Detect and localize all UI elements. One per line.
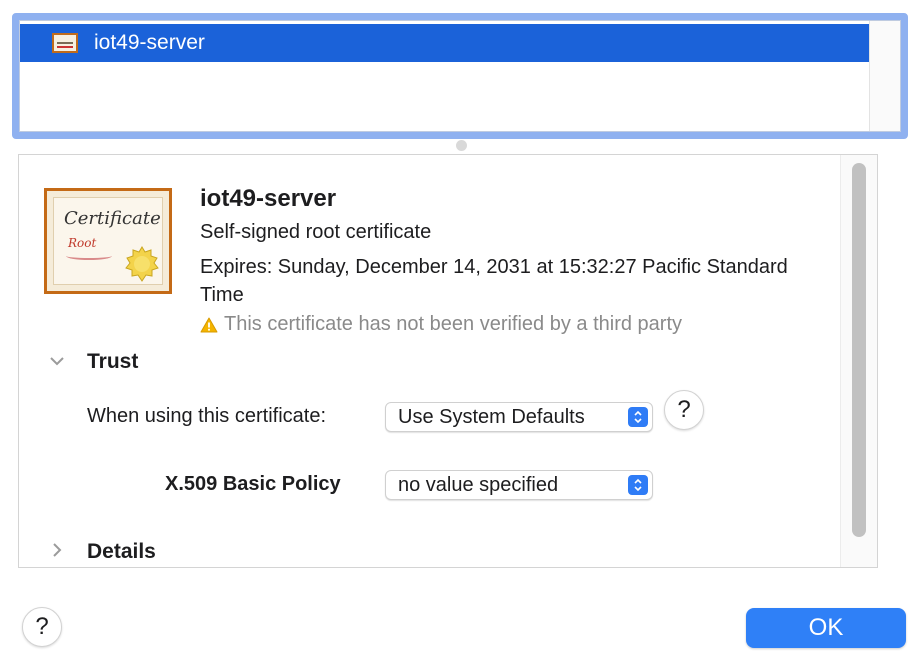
details-section-title: Details [87, 540, 156, 563]
x509-policy-popup[interactable]: no value specified [385, 470, 653, 500]
help-button[interactable]: ? [22, 607, 62, 647]
certificate-flourish [66, 252, 112, 260]
split-view-handle[interactable] [456, 140, 467, 151]
details-section-toggle[interactable]: Details [45, 540, 156, 564]
certificate-warning-text: This certificate has not been verified b… [224, 313, 683, 335]
warning-triangle-icon [200, 317, 218, 332]
certificate-kind: Self-signed root certificate [200, 221, 432, 243]
x509-policy-label: X.509 Basic Policy [165, 473, 341, 495]
trust-section-title: Trust [87, 350, 139, 373]
certificate-icon-title: Certificate [64, 208, 161, 229]
trust-section-toggle[interactable]: Trust [45, 350, 138, 374]
detail-scrollbar[interactable] [840, 155, 877, 567]
certificate-list-row[interactable]: iot49-server [20, 24, 875, 62]
seal-icon [125, 246, 159, 282]
list-scrollbar[interactable] [869, 21, 900, 131]
when-using-popup[interactable]: Use System Defaults [385, 402, 653, 432]
trust-help-button[interactable]: ? [664, 390, 704, 430]
certificate-icon [52, 33, 78, 53]
certificate-name: iot49-server [200, 185, 337, 212]
chevron-right-icon [45, 542, 69, 563]
certificate-list-row-label: iot49-server [94, 31, 205, 54]
when-using-label: When using this certificate: [87, 405, 326, 427]
popup-stepper-icon [628, 475, 648, 495]
popup-stepper-icon [628, 407, 648, 427]
certificate-expiration: Expires: Sunday, December 14, 2031 at 15… [200, 256, 788, 306]
certificate-warning: This certificate has not been verified b… [200, 313, 682, 336]
certificate-icon-subtitle: Root [68, 236, 97, 250]
x509-policy-popup-value: no value specified [398, 473, 559, 496]
certificate-icon: Certificate Root [44, 188, 172, 294]
chevron-down-icon [45, 353, 69, 371]
when-using-popup-value: Use System Defaults [398, 405, 585, 428]
certificate-icon-face: Certificate Root [53, 197, 163, 285]
certificate-list[interactable]: iot49-server [12, 13, 908, 139]
certificate-list-content: iot49-server [19, 20, 901, 132]
ok-button[interactable]: OK [746, 608, 906, 648]
certificate-detail-panel: Certificate Root iot49-server Self-signe… [18, 154, 878, 568]
detail-scrollbar-thumb[interactable] [852, 163, 866, 537]
